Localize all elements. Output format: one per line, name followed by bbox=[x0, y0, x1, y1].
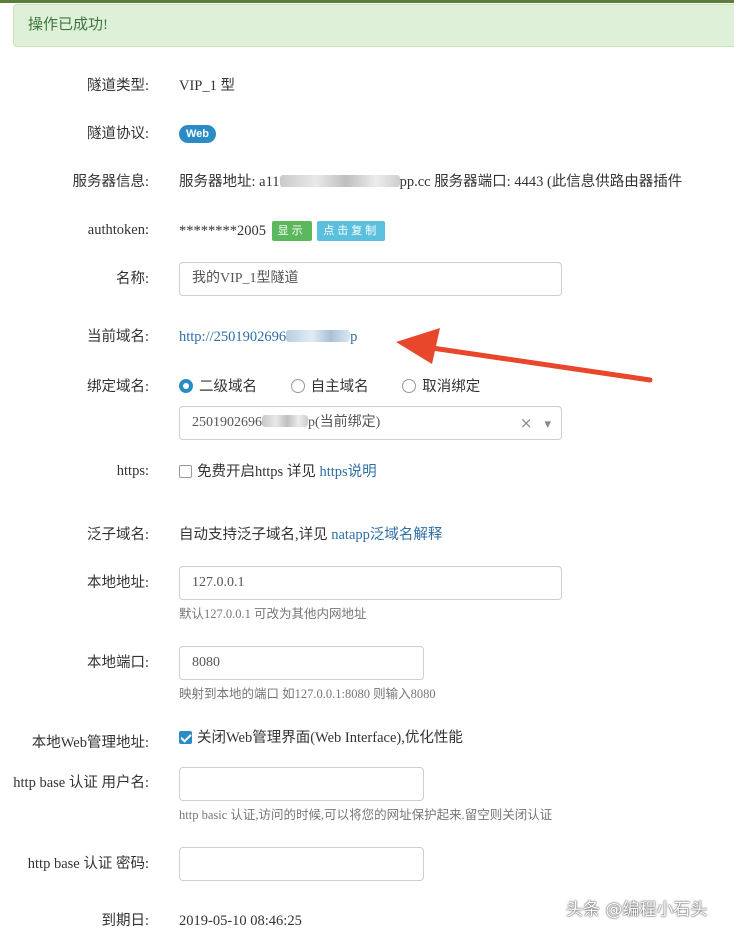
name-label: 名称: bbox=[115, 271, 149, 287]
https-label: https: bbox=[116, 463, 149, 479]
radio-subdomain-label: 二级域名 bbox=[199, 379, 257, 395]
bound-domain-select[interactable]: 2501902696 p(当前绑定) × ▾ bbox=[179, 406, 562, 440]
select-controls: × ▾ bbox=[520, 407, 551, 441]
local-addr-help: 默认127.0.0.1 可改为其他内网地址 bbox=[179, 607, 367, 621]
show-token-button[interactable]: 显示 bbox=[271, 221, 312, 241]
https-help-link[interactable]: https说明 bbox=[319, 464, 376, 480]
bind-domain-options: 二级域名 自主域名 取消绑定 bbox=[179, 378, 480, 396]
alert-message: 操作已成功! bbox=[28, 17, 108, 33]
redacted-blur bbox=[279, 175, 400, 187]
bind-domain-label: 绑定域名: bbox=[86, 379, 149, 395]
local-port-help: 映射到本地的端口 如127.0.0.1:8080 则输入8080 bbox=[179, 687, 436, 701]
expire-value: 2019-05-10 08:46:25 bbox=[179, 913, 302, 929]
server-info-value: 服务器地址: a11 pp.cc 服务器端口: 4443 (此信息供路由器插件 bbox=[179, 173, 682, 191]
radio-unbind[interactable]: 取消绑定 bbox=[402, 379, 480, 395]
authtoken-label: authtoken: bbox=[87, 222, 149, 238]
http-user-label: http base 认证 用户名: bbox=[13, 775, 149, 791]
local-port-input[interactable]: 8080 bbox=[179, 646, 424, 680]
tunnel-protocol-value: Web bbox=[179, 124, 217, 143]
http-user-input[interactable] bbox=[179, 767, 424, 801]
local-port-value: 8080 bbox=[192, 655, 220, 670]
expire-label: 到期日: bbox=[101, 913, 149, 929]
current-domain-prefix: http://2501902696 bbox=[179, 329, 287, 345]
top-border bbox=[0, 0, 734, 3]
radio-icon bbox=[402, 379, 417, 393]
copy-token-button[interactable]: 点击复制 bbox=[317, 221, 386, 241]
radio-custom-domain[interactable]: 自主域名 bbox=[290, 379, 369, 395]
current-domain-suffix: p bbox=[350, 329, 358, 345]
watermark: 头条 @编程小石头 bbox=[566, 900, 708, 920]
local-addr-value: 127.0.0.1 bbox=[192, 575, 245, 590]
tunnel-protocol-label: 隧道协议: bbox=[86, 126, 149, 142]
web-badge: Web bbox=[179, 125, 217, 143]
bound-domain-prefix: 2501902696 bbox=[192, 415, 262, 430]
success-alert: 操作已成功! bbox=[13, 4, 734, 47]
wildcard-label: 泛子域名: bbox=[86, 527, 149, 543]
local-addr-input[interactable]: 127.0.0.1 bbox=[179, 566, 562, 600]
redacted-blur bbox=[262, 415, 308, 427]
radio-subdomain[interactable]: 二级域名 bbox=[179, 379, 257, 395]
tunnel-type-label: 隧道类型: bbox=[86, 78, 149, 94]
https-text: 免费开启https 详见 bbox=[197, 464, 320, 480]
local-port-label: 本地端口: bbox=[86, 655, 149, 671]
wildcard-row: 自动支持泛子域名,详见 natapp泛域名解释 bbox=[179, 526, 442, 544]
radio-selected-icon bbox=[179, 379, 193, 393]
https-checkbox[interactable] bbox=[179, 465, 192, 478]
web-admin-text: 关闭Web管理界面(Web Interface),优化性能 bbox=[197, 730, 463, 746]
clear-icon[interactable]: × bbox=[520, 414, 533, 432]
wildcard-text: 自动支持泛子域名,详见 bbox=[179, 527, 332, 543]
radio-unbind-label: 取消绑定 bbox=[422, 379, 481, 395]
authtoken-value-row: ********2005 显示 点击复制 bbox=[179, 221, 386, 241]
local-addr-label: 本地地址: bbox=[86, 575, 149, 591]
name-input-value: 我的VIP_1型隧道 bbox=[192, 271, 299, 286]
wildcard-help-link[interactable]: natapp泛域名解释 bbox=[331, 527, 442, 543]
bound-domain-suffix: p(当前绑定) bbox=[308, 415, 381, 430]
authtoken-value: ********2005 bbox=[179, 223, 266, 239]
redacted-blur bbox=[286, 330, 351, 342]
https-row: 免费开启https 详见 https说明 bbox=[179, 463, 377, 481]
server-address-suffix: pp.cc bbox=[399, 174, 431, 190]
web-admin-checkbox[interactable] bbox=[179, 731, 192, 744]
current-domain-label: 当前域名: bbox=[86, 329, 149, 345]
web-admin-row: 关闭Web管理界面(Web Interface),优化性能 bbox=[179, 729, 463, 747]
server-port-text: 服务器端口: 4443 (此信息供路由器插件 bbox=[434, 174, 683, 190]
http-pass-label: http base 认证 密码: bbox=[27, 856, 149, 872]
web-admin-label: 本地Web管理地址: bbox=[31, 735, 149, 751]
radio-custom-domain-label: 自主域名 bbox=[310, 379, 369, 395]
chevron-down-icon[interactable]: ▾ bbox=[544, 417, 551, 432]
name-input[interactable]: 我的VIP_1型隧道 bbox=[179, 262, 562, 296]
radio-icon bbox=[290, 379, 305, 393]
http-pass-input[interactable] bbox=[179, 847, 424, 881]
tunnel-type-value: VIP_1 型 bbox=[179, 78, 235, 94]
server-address-prefix: 服务器地址: a11 bbox=[179, 174, 280, 190]
current-domain-link[interactable]: http://2501902696 p bbox=[179, 328, 357, 346]
server-info-label: 服务器信息: bbox=[72, 174, 149, 190]
http-user-help: http basic 认证,访问的时候,可以将您的网址保护起来.留空则关闭认证 bbox=[179, 808, 553, 822]
